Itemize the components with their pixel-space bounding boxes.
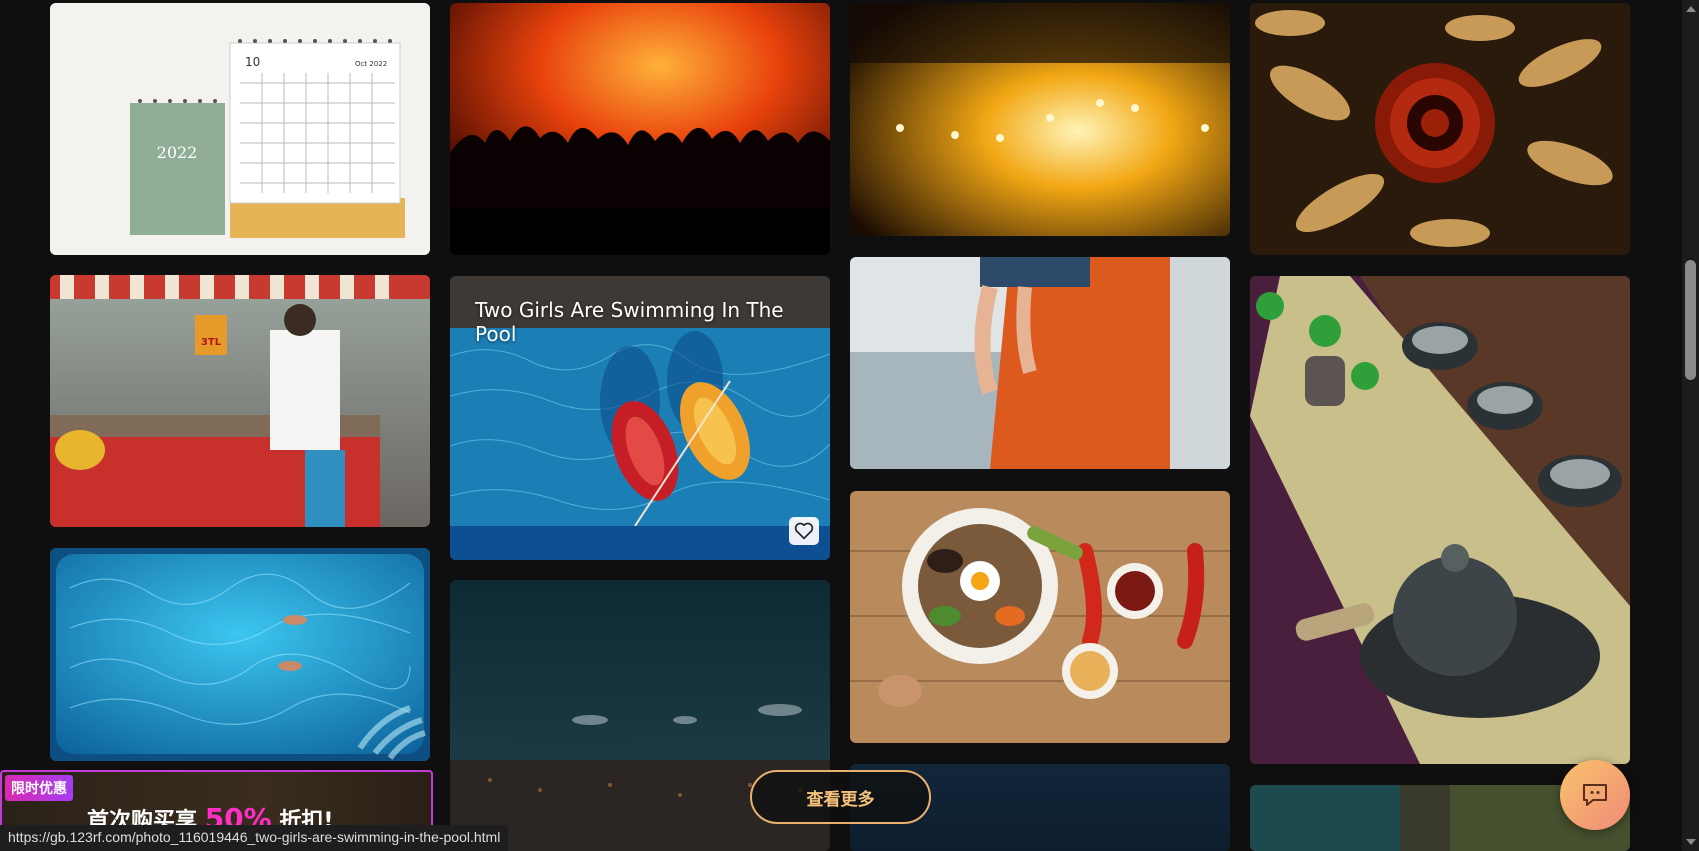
concert-crowd-image bbox=[450, 3, 830, 255]
calendar-day-text: 10 bbox=[245, 55, 260, 69]
image-tile-calendar[interactable]: 2022 10 Oct 2022 bbox=[50, 3, 430, 255]
tea-set-image bbox=[1250, 276, 1630, 764]
bibimbap-image bbox=[850, 491, 1230, 743]
scrollbar-thumb[interactable] bbox=[1685, 260, 1696, 380]
page-scrollbar[interactable] bbox=[1682, 0, 1699, 851]
scroll-up-arrow-icon[interactable] bbox=[1686, 6, 1696, 12]
image-tile-dried-rose[interactable] bbox=[1250, 3, 1630, 255]
status-bar-url: https://gb.123rf.com/photo_116019446_two… bbox=[0, 825, 509, 851]
image-tile-bibimbap[interactable] bbox=[850, 491, 1230, 743]
page: 2022 10 Oct 2022 3TL Two Girls Are Swimm… bbox=[0, 0, 1699, 851]
promo-tag: 限时优惠 bbox=[5, 775, 73, 801]
image-tile-two-girls-pool[interactable]: Two Girls Are Swimming In The Pool bbox=[450, 276, 830, 560]
hovered-image-title: Two Girls Are Swimming In The Pool bbox=[475, 298, 784, 346]
image-tile-street-food[interactable]: 3TL bbox=[50, 275, 430, 527]
dried-rose-image bbox=[1250, 3, 1630, 255]
cart-sign-text: 3TL bbox=[201, 337, 222, 348]
image-tile-tea-set[interactable] bbox=[1250, 276, 1630, 764]
calendar-year-text: 2022 bbox=[157, 143, 198, 162]
calendar-month-text: Oct 2022 bbox=[355, 60, 387, 68]
image-tile-stage-spotlights[interactable] bbox=[850, 3, 1230, 236]
image-tile-parent-child[interactable] bbox=[850, 257, 1230, 469]
chat-bubble-icon bbox=[1583, 784, 1607, 806]
favorite-button[interactable] bbox=[789, 517, 819, 545]
chat-button[interactable] bbox=[1560, 760, 1630, 830]
pool-aerial-image bbox=[50, 548, 430, 761]
parent-child-image bbox=[850, 257, 1230, 469]
scroll-down-arrow-icon[interactable] bbox=[1686, 839, 1696, 845]
image-tile-pool-aerial[interactable] bbox=[50, 548, 430, 761]
view-more-button[interactable]: 查看更多 bbox=[750, 770, 931, 824]
calendar-image: 2022 10 Oct 2022 bbox=[50, 3, 430, 255]
stage-spotlights-image bbox=[850, 3, 1230, 236]
heart-icon bbox=[794, 522, 814, 540]
street-food-image: 3TL bbox=[50, 275, 430, 527]
image-tile-concert-crowd[interactable] bbox=[450, 3, 830, 255]
